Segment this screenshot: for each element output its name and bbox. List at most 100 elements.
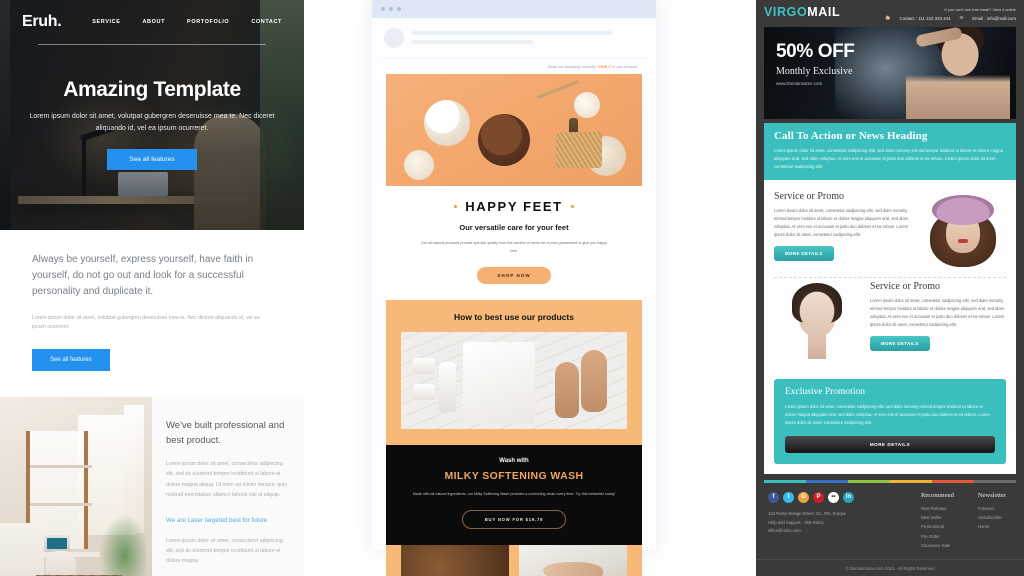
quote-body-text: Lorem ipsum dolor sit amet, volutpat gub… [32, 314, 260, 331]
google-plus-icon[interactable]: G [798, 491, 809, 503]
promo-banner: 50% OFF Monthly Exclusive www.Domainname… [764, 27, 1016, 119]
happy-feet-block: HAPPY FEET Our versatile care for your f… [386, 186, 642, 300]
home-icon: 🏠 [884, 15, 891, 20]
howto-block: How to best use our products [386, 299, 642, 445]
promo-more-details-button[interactable]: MORE DETAILS [785, 435, 995, 453]
window-maximize-dot[interactable] [397, 7, 401, 11]
bowl-shape-4 [574, 92, 600, 118]
footer-link-promotional[interactable]: Promotional [921, 522, 954, 531]
duo-image-row [386, 545, 642, 576]
footer-link-clearance-sale[interactable]: Clearance Sale [921, 541, 954, 550]
hat-shape [932, 194, 994, 225]
address-line-1: 123 Rotrio Design Street, GL, RO, Europe [768, 510, 847, 516]
email-body: Email not displaying correctly? VIEW IT … [372, 59, 656, 576]
product-paragraph: Made with all natural ingredients, our M… [412, 491, 616, 496]
nav-item-service[interactable]: SERVICE [92, 19, 120, 25]
contact-phone-label: Contact : 111 222 333 444 [899, 15, 951, 21]
product-title: MILKY SOFTENING WASH [444, 469, 584, 482]
linkedin-icon[interactable]: in [843, 491, 854, 503]
happy-feet-subtitle: Our versatile care for your feet [459, 223, 569, 232]
plant-shape-2 [98, 510, 146, 576]
facebook-icon[interactable]: f [768, 491, 779, 503]
footer-column-recommend: Recommend New Release Best Seller Promot… [921, 492, 954, 550]
hero-section: Eruh. SERVICE ABOUT PORTOFOLIO CONTACT A… [0, 0, 304, 230]
service-2-more-details-button[interactable]: MORE DETAILS [870, 335, 930, 351]
jar-shape-1 [413, 357, 435, 374]
banner-domain[interactable]: www.Domainname.com [776, 81, 855, 86]
subject-placeholder-bar [412, 31, 612, 35]
virgomail-logo[interactable]: VIRGOMAIL [764, 5, 840, 19]
browser-titlebar [372, 0, 656, 18]
split-section: We've built professional and best produc… [0, 396, 304, 576]
footer-link-pre-order[interactable]: Pre Order [921, 532, 954, 541]
nav-divider [38, 44, 266, 45]
bowl-shape-3 [404, 150, 434, 180]
window-minimize-dot[interactable] [389, 7, 393, 11]
service-2-heading: Service or Promo [870, 280, 940, 292]
hero-title: Amazing Template [63, 78, 241, 101]
cta-body: Lorem ipsum dolor sit amet, consetetur s… [774, 148, 1004, 169]
quote-cta-button[interactable]: See all features [32, 348, 110, 371]
view-online-note[interactable]: If you can't see this email? View it onl… [885, 7, 1016, 12]
site-logo[interactable]: Eruh. [22, 13, 62, 31]
twitter-icon[interactable]: t [783, 491, 794, 503]
cta-heading: Call To Action or News Heading [774, 130, 928, 142]
footer-link-new-release[interactable]: New Release [921, 504, 954, 513]
quote-lead-text: Always be yourself, express yourself, ha… [32, 254, 254, 298]
product-eyebrow: Wash with [499, 457, 529, 464]
preheader-row: Email not displaying correctly? VIEW IT … [386, 59, 642, 74]
screenshot-stage: Eruh. SERVICE ABOUT PORTOFOLIO CONTACT A… [0, 0, 1024, 576]
service-2-text: Service or Promo Lorem ipsum dolor sit a… [870, 281, 1006, 359]
service-block-1: Service or Promo Lorem ipsum dolor sit a… [774, 188, 1006, 275]
preheader-text: Email not displaying correctly? [548, 65, 598, 69]
foot-shape-1 [581, 349, 607, 412]
address-line-3[interactable]: office@rotrio.com [768, 527, 854, 536]
preheader-link[interactable]: VIEW IT [598, 65, 611, 69]
service-2-body: Lorem ipsum dolor sit amet, consetetur s… [870, 297, 1005, 327]
nav-item-contact[interactable]: CONTACT [251, 19, 282, 25]
service-1-text: Service or Promo Lorem ipsum dolor sit a… [774, 191, 910, 269]
services-container: Service or Promo Lorem ipsum dolor sit a… [764, 179, 1016, 371]
cta-block: Call To Action or News Heading Lorem ips… [764, 123, 1016, 180]
split-text-column: We've built professional and best produc… [152, 396, 304, 576]
contact-row: 🏠 Contact : 111 222 333 444 ✉ Email : in… [885, 15, 1016, 21]
split-paragraph-2: Lorem ipsum dolor sit amet, consectetur … [166, 538, 283, 565]
stripe-blue [806, 479, 848, 483]
footer-link-columns: Recommend New Release Best Seller Promot… [921, 492, 1012, 550]
nav-item-about[interactable]: ABOUT [142, 19, 165, 25]
contact-email-label[interactable]: Email : info@mail.com [972, 16, 1016, 21]
towel-shape [463, 341, 535, 424]
footer-link-forward[interactable]: Forward [978, 504, 1006, 513]
promo-container: Exclusive Promotion Lorem ipsum dolor si… [764, 370, 1016, 474]
hero-cta-button[interactable]: See all features [107, 148, 197, 170]
buy-now-button[interactable]: BUY NOW FOR $19.79 [461, 510, 567, 530]
flickr-icon[interactable]: •• [828, 491, 839, 503]
split-link[interactable]: We are Laser targeted best for future [166, 516, 290, 525]
hair-shape-2 [792, 282, 842, 323]
service-1-more-details-button[interactable]: MORE DETAILS [774, 245, 834, 261]
service-block-2: Service or Promo Lorem ipsum dolor sit a… [774, 278, 1006, 365]
footer-column-1-title: Recommend [920, 491, 954, 499]
service-1-body: Lorem ipsum dolor sit amet, consetetur s… [774, 207, 909, 237]
envelope-icon: ✉ [959, 15, 964, 20]
stripe-green [848, 479, 890, 483]
bullet-dot-left-icon [453, 204, 458, 209]
footer-link-best-seller[interactable]: Best Seller [921, 513, 954, 522]
window-close-dot[interactable] [381, 7, 385, 11]
footer-link-unsubscribe[interactable]: Unsubscribe [978, 513, 1006, 522]
stripe-red [932, 479, 974, 483]
footer-link-home[interactable]: Home [978, 522, 1006, 531]
footer-column-2-title: Newsletter [977, 491, 1006, 499]
nav-item-portofolio[interactable]: PORTOFOLIO [187, 19, 229, 25]
avatar [384, 28, 404, 48]
pinterest-icon[interactable]: P [813, 491, 824, 503]
product-block: Wash with MILKY SOFTENING WASH Made with… [386, 444, 642, 546]
virgomail-header: VIRGOMAIL If you can't see this email? V… [756, 0, 1024, 25]
grain-shape [556, 132, 602, 168]
split-heading: We've built professional and best produc… [166, 419, 285, 446]
site-nav: SERVICE ABOUT PORTOFOLIO CONTACT [92, 19, 282, 25]
quote-section: Always be yourself, express yourself, ha… [0, 230, 304, 397]
laptop-shape [44, 534, 70, 552]
shop-now-button[interactable]: SHOP NOW [477, 266, 551, 284]
preheader-tail: in your browser. [612, 65, 638, 69]
